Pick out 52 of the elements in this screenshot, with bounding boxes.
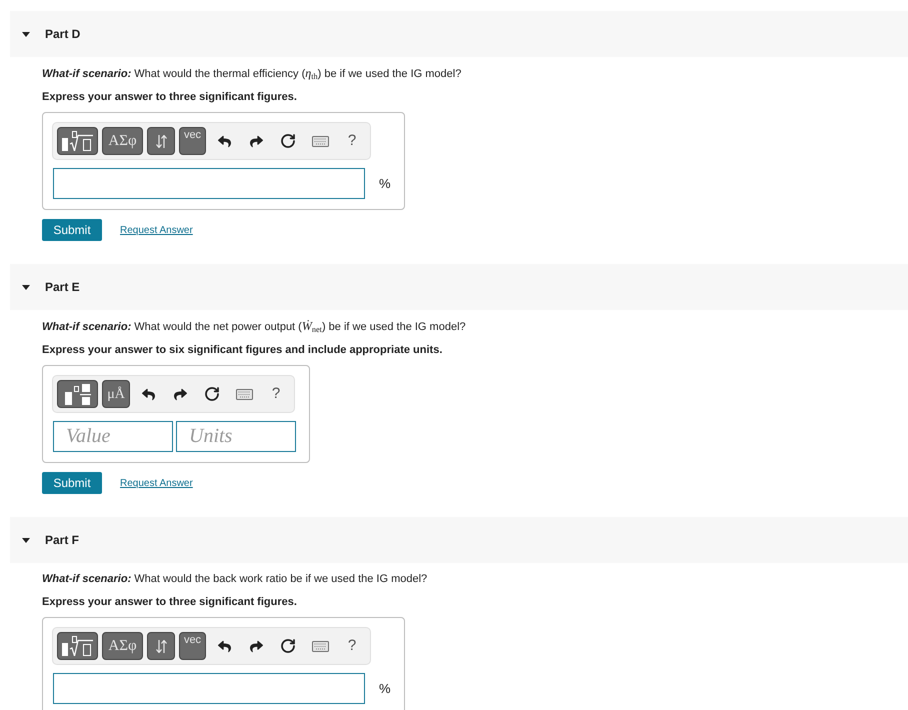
undo-icon <box>142 388 154 400</box>
up-down-arrows-icon <box>156 134 166 148</box>
keyboard-icon <box>312 640 328 652</box>
units-button[interactable]: μÅ <box>102 380 130 408</box>
template-button[interactable] <box>57 380 98 408</box>
reset-icon <box>280 133 296 149</box>
root-template-icon <box>62 636 93 656</box>
up-down-arrows-icon <box>156 640 166 652</box>
part-title: Part D <box>45 26 80 43</box>
instruction-text: Express your answer to six significant figures and include appropriate units. <box>42 343 444 357</box>
unit-label: % <box>379 680 391 698</box>
help-button[interactable]: ? <box>338 632 366 660</box>
part-header[interactable]: Part E <box>10 264 908 310</box>
request-answer-link[interactable]: Request Answer <box>120 222 193 238</box>
greek-symbols-button[interactable]: ΑΣφ <box>102 127 143 155</box>
vector-button[interactable]: vec <box>179 632 206 660</box>
keyboard-icon <box>312 136 328 146</box>
help-button[interactable]: ? <box>338 127 366 155</box>
unit-label: % <box>379 174 391 193</box>
root-template-icon <box>62 131 93 151</box>
fraction-template-icon <box>64 384 90 404</box>
answer-field[interactable] <box>53 673 365 704</box>
help-button[interactable]: ? <box>262 380 290 408</box>
question-text: What-if scenario: What would the back work ratio be if we used the IG model? <box>42 572 428 586</box>
template-button[interactable] <box>57 127 98 155</box>
undo-icon <box>218 134 230 148</box>
arrows-button[interactable] <box>147 632 175 660</box>
greek-symbols-button[interactable]: ΑΣφ <box>102 632 143 660</box>
part-title: Part F <box>45 532 80 549</box>
instruction-text: Express your answer to three significant figures. <box>42 595 298 609</box>
request-answer-link[interactable]: Request Answer <box>120 476 193 490</box>
redo-icon <box>174 388 186 400</box>
reset-icon <box>204 386 220 402</box>
reset-icon <box>280 638 296 654</box>
redo-icon <box>250 134 262 148</box>
submit-button[interactable]: Submit <box>42 219 102 241</box>
answer-field[interactable] <box>53 168 365 199</box>
instruction-text: Express your answer to three significant figures. <box>42 90 298 104</box>
answer-field[interactable]: Value <box>53 421 173 452</box>
question-text: What-if scenario: What would the thermal efficiency (η$_{th}$) be if we used the IG model? <box>42 66 462 81</box>
keyboard-icon <box>236 388 252 400</box>
part-header[interactable]: Part D <box>10 11 908 57</box>
part-header[interactable]: Part F <box>10 517 908 563</box>
redo-icon <box>250 640 262 652</box>
answer-field[interactable]: Units <box>176 421 296 452</box>
undo-icon <box>218 640 230 652</box>
submit-button[interactable]: Submit <box>42 472 102 494</box>
vector-button[interactable]: vec <box>179 127 206 155</box>
template-button[interactable] <box>57 632 98 660</box>
arrows-button[interactable] <box>147 127 175 155</box>
question-text: What-if scenario: What would the net power output (Ẇ$_{net}$) be if we used the IG model? <box>42 319 467 334</box>
part-title: Part E <box>45 279 80 296</box>
